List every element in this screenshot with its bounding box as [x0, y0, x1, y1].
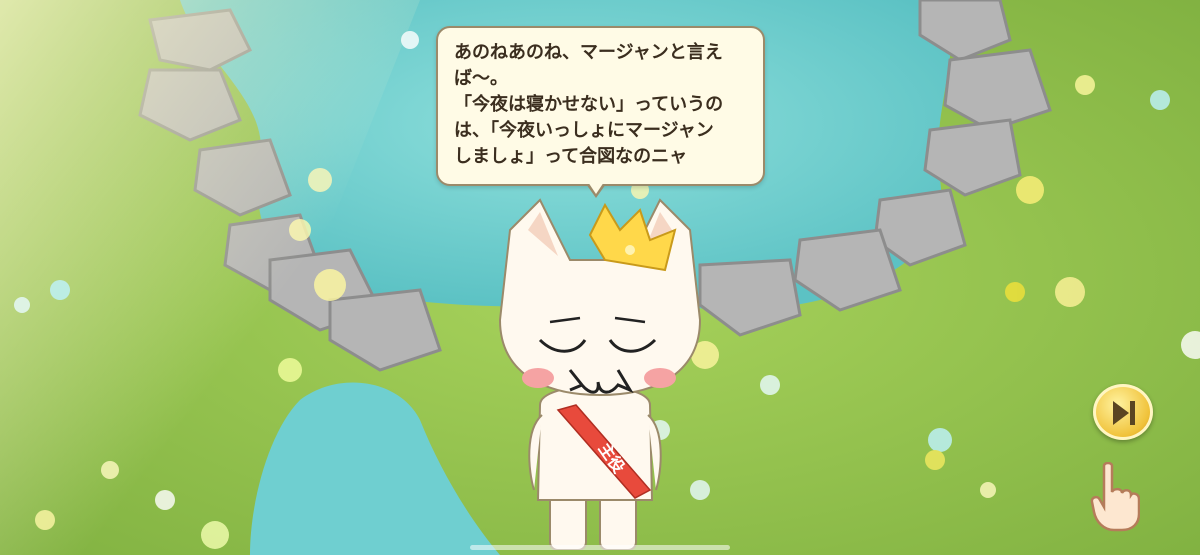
game-scene[interactable]: 主役 あのねあのね、マージャンと言え ば〜。 「今夜は寝かせない」っていうの は… — [0, 0, 1200, 555]
dialogue-line: は、「今夜いっしょにマージャン — [454, 120, 714, 141]
pointing-hand-icon — [1090, 462, 1140, 532]
bubble-tail-inner — [588, 182, 604, 194]
dialogue-line: あのねあのね、マージャンと言え — [454, 42, 723, 63]
skip-button[interactable] — [1093, 384, 1153, 440]
dialogue-line: ば〜。 — [454, 68, 508, 89]
dialogue-line: 「今夜は寝かせない」っていうの — [454, 94, 724, 115]
dialogue-text: あのねあのね、マージャンと言え ば〜。 「今夜は寝かせない」っていうの は、「今… — [454, 40, 753, 170]
right-cheek — [644, 368, 676, 388]
dialogue-bubble[interactable]: あのねあのね、マージャンと言え ば〜。 「今夜は寝かせない」っていうの は、「今… — [436, 26, 765, 186]
home-indicator[interactable] — [470, 545, 730, 550]
skip-forward-icon — [1113, 401, 1135, 425]
left-cheek — [522, 368, 554, 388]
dialogue-line: しましょ」って合図なのニャ — [454, 146, 688, 167]
toro-cat-character[interactable]: 主役 — [470, 190, 730, 550]
